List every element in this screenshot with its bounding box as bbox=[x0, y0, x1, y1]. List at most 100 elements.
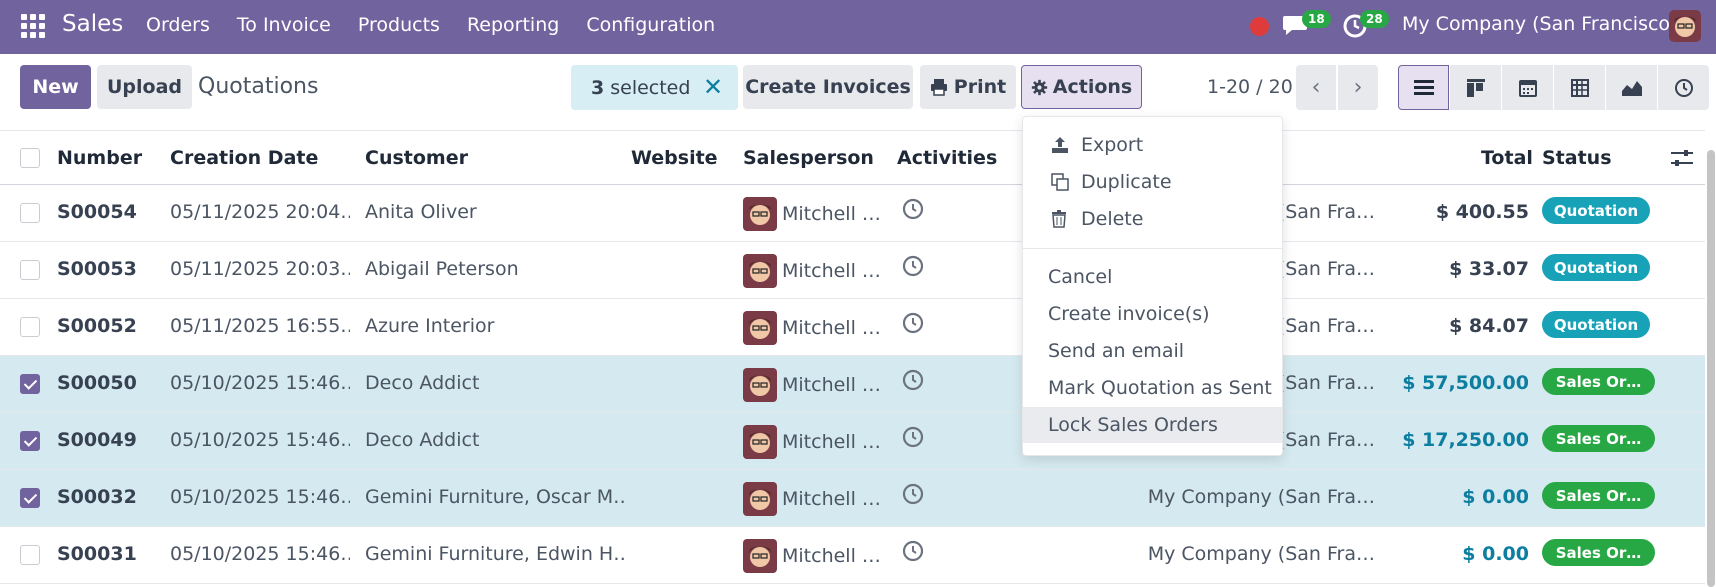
kanban-view-icon bbox=[1466, 78, 1485, 97]
row-checkbox[interactable] bbox=[20, 545, 40, 565]
salesperson-name: Mitchell … bbox=[782, 203, 881, 225]
company-name: (San Fra… bbox=[1277, 315, 1375, 337]
actions-button[interactable]: Actions bbox=[1021, 65, 1142, 109]
print-label: Print bbox=[953, 76, 1007, 98]
status-badge: Sales Or… bbox=[1542, 482, 1655, 509]
print-button[interactable]: Print bbox=[920, 65, 1016, 109]
user-avatar[interactable] bbox=[1669, 10, 1701, 42]
optional-columns-icon[interactable] bbox=[1670, 148, 1694, 168]
company-switcher[interactable]: My Company (San Francisco) bbox=[1402, 13, 1677, 35]
recording-indicator-icon[interactable] bbox=[1250, 17, 1269, 36]
customer-name: Abigail Peterson bbox=[365, 258, 519, 280]
app-brand[interactable]: Sales bbox=[62, 11, 123, 37]
row-checkbox[interactable] bbox=[20, 488, 40, 508]
actions-dropdown: Export Duplicate Delete Cancel Create in… bbox=[1022, 116, 1283, 456]
col-status[interactable]: Status bbox=[1542, 147, 1612, 169]
table-row[interactable]: S00050 05/10/2025 15:46… Deco Addict Mitche… bbox=[0, 356, 1705, 413]
kanban-view-button[interactable] bbox=[1450, 65, 1501, 110]
company-name: (San Fra… bbox=[1277, 372, 1375, 394]
activity-view-icon bbox=[1674, 78, 1693, 97]
col-customer[interactable]: Customer bbox=[365, 147, 468, 169]
menu-configuration[interactable]: Configuration bbox=[586, 14, 715, 36]
col-total[interactable]: Total bbox=[1481, 147, 1533, 169]
activity-view-button[interactable] bbox=[1658, 65, 1709, 110]
top-navbar: Sales Orders To Invoice Products Reporti… bbox=[0, 0, 1716, 54]
status-badge: Sales Or… bbox=[1542, 425, 1655, 452]
pager-value[interactable]: 1-20 / 20 bbox=[1207, 76, 1293, 98]
order-number: S00049 bbox=[57, 429, 137, 451]
dropdown-create-invoices[interactable]: Create invoice(s) bbox=[1023, 296, 1282, 332]
order-total: $ 84.07 bbox=[1449, 315, 1529, 337]
upload-button[interactable]: Upload bbox=[97, 65, 192, 109]
select-all-checkbox[interactable] bbox=[20, 148, 40, 168]
pager-previous-button[interactable]: ‹ bbox=[1296, 65, 1336, 110]
status-badge: Sales Or… bbox=[1542, 368, 1655, 395]
menu-reporting[interactable]: Reporting bbox=[467, 14, 559, 36]
col-creation-date[interactable]: Creation Date bbox=[170, 147, 318, 169]
salesperson-name: Mitchell … bbox=[782, 431, 881, 453]
dropdown-duplicate[interactable]: Duplicate bbox=[1023, 164, 1282, 200]
col-number[interactable]: Number bbox=[57, 147, 142, 169]
dropdown-delete[interactable]: Delete bbox=[1023, 201, 1282, 237]
company-name: (San Fra… bbox=[1277, 429, 1375, 451]
dropdown-mark-sent[interactable]: Mark Quotation as Sent bbox=[1023, 370, 1282, 406]
table-row[interactable]: S00054 05/11/2025 20:04… Anita Oliver Mitch… bbox=[0, 185, 1705, 242]
create-invoices-button[interactable]: Create Invoices bbox=[743, 65, 913, 109]
col-website[interactable]: Website bbox=[631, 147, 718, 169]
calendar-view-icon bbox=[1518, 79, 1537, 97]
dropdown-send-email[interactable]: Send an email bbox=[1023, 333, 1282, 369]
order-number: S00031 bbox=[57, 543, 137, 565]
apps-menu-icon[interactable] bbox=[21, 14, 45, 38]
salesperson-avatar bbox=[743, 425, 777, 459]
graph-view-icon bbox=[1621, 80, 1642, 96]
status-badge: Sales Or… bbox=[1542, 539, 1655, 566]
copy-icon bbox=[1051, 173, 1073, 191]
row-checkbox[interactable] bbox=[20, 431, 40, 451]
salesperson-name: Mitchell … bbox=[782, 317, 881, 339]
dropdown-lock-orders[interactable]: Lock Sales Orders bbox=[1023, 407, 1282, 443]
dropdown-cancel[interactable]: Cancel bbox=[1023, 259, 1282, 295]
row-checkbox[interactable] bbox=[20, 203, 40, 223]
col-activities[interactable]: Activities bbox=[897, 147, 997, 169]
customer-name: Gemini Furniture, Oscar M… bbox=[365, 486, 625, 508]
customer-name: Azure Interior bbox=[365, 315, 495, 337]
table-row[interactable]: S00032 05/10/2025 15:46… Gemini Furniture,… bbox=[0, 470, 1705, 527]
salesperson-avatar bbox=[743, 197, 777, 231]
salesperson-name: Mitchell … bbox=[782, 545, 881, 567]
list-view-button[interactable] bbox=[1398, 65, 1449, 110]
table-row[interactable]: S00053 05/11/2025 20:03… Abigail Peterson M… bbox=[0, 242, 1705, 299]
pivot-view-button[interactable] bbox=[1554, 65, 1605, 110]
dropdown-export[interactable]: Export bbox=[1023, 127, 1282, 163]
menu-products[interactable]: Products bbox=[358, 14, 440, 36]
salesperson-name: Mitchell … bbox=[782, 260, 881, 282]
printer-icon bbox=[930, 79, 947, 96]
creation-date: 05/10/2025 15:46… bbox=[170, 486, 350, 508]
table-row[interactable]: S00052 05/11/2025 16:55… Azure Interior Mit… bbox=[0, 299, 1705, 356]
col-salesperson[interactable]: Salesperson bbox=[743, 147, 874, 169]
order-total: $ 0.00 bbox=[1462, 543, 1529, 565]
pivot-view-icon bbox=[1570, 78, 1589, 97]
table-row[interactable]: S00049 05/10/2025 15:46… Deco Addict Mitche… bbox=[0, 413, 1705, 470]
activity-clock-icon[interactable] bbox=[902, 483, 924, 505]
row-checkbox[interactable] bbox=[20, 317, 40, 337]
activity-clock-icon[interactable] bbox=[902, 198, 924, 220]
actions-label: Actions bbox=[1052, 76, 1133, 98]
vertical-scrollbar[interactable] bbox=[1707, 150, 1715, 587]
clear-selection-icon[interactable]: ✕ bbox=[703, 73, 723, 101]
graph-view-button[interactable] bbox=[1606, 65, 1657, 110]
activity-clock-icon[interactable] bbox=[902, 426, 924, 448]
activity-clock-icon[interactable] bbox=[902, 369, 924, 391]
calendar-view-button[interactable] bbox=[1502, 65, 1553, 110]
pager-next-button[interactable]: › bbox=[1338, 65, 1378, 110]
new-button[interactable]: New bbox=[20, 65, 91, 109]
row-checkbox[interactable] bbox=[20, 374, 40, 394]
activity-clock-icon[interactable] bbox=[902, 540, 924, 562]
main-menu: Orders To Invoice Products Reporting Con… bbox=[146, 14, 742, 36]
row-checkbox[interactable] bbox=[20, 260, 40, 280]
menu-to-invoice[interactable]: To Invoice bbox=[237, 14, 331, 36]
activity-clock-icon[interactable] bbox=[902, 255, 924, 277]
menu-orders[interactable]: Orders bbox=[146, 14, 210, 36]
salesperson-avatar bbox=[743, 539, 777, 573]
activity-clock-icon[interactable] bbox=[902, 312, 924, 334]
table-row[interactable]: S00031 05/10/2025 15:46… Gemini Furniture,… bbox=[0, 527, 1705, 584]
